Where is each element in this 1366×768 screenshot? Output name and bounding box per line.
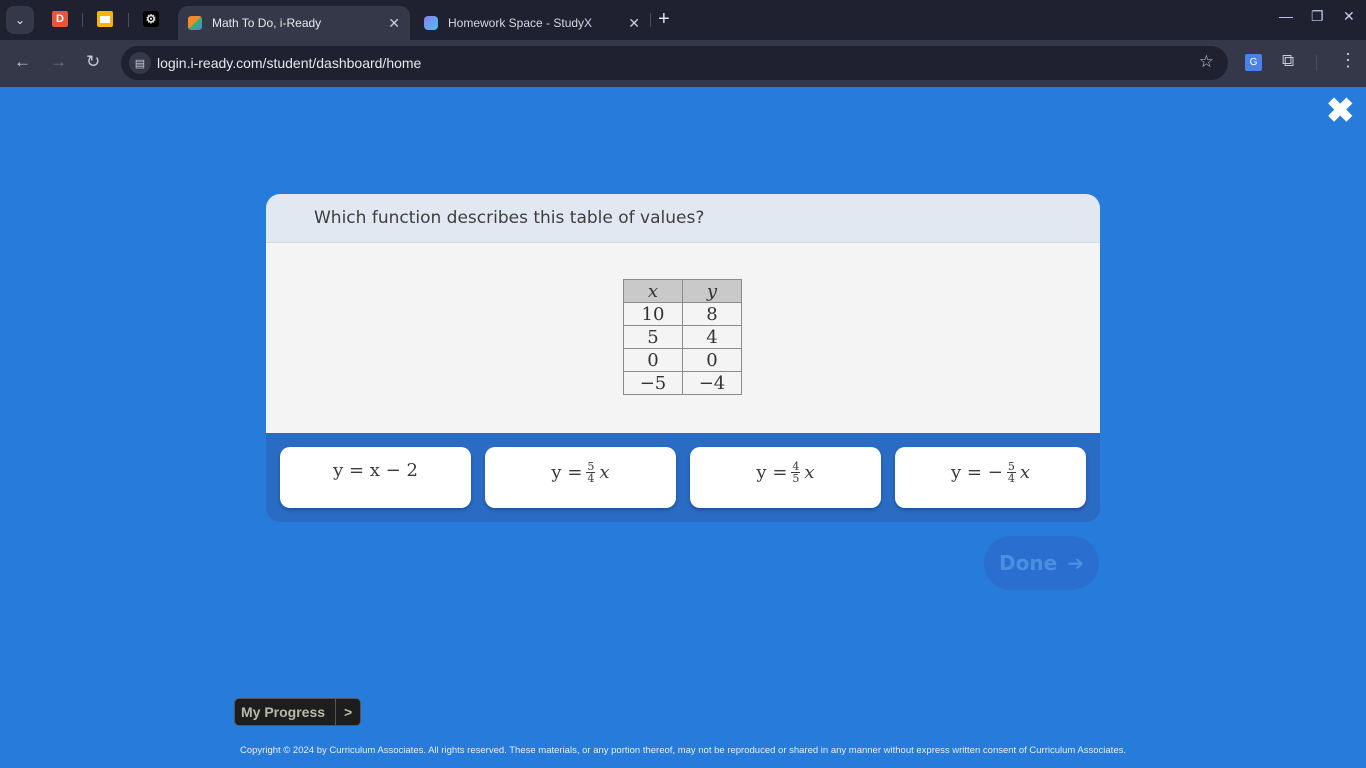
table-cell: 8 — [682, 302, 742, 326]
answer-choice-4[interactable]: y = − 54 x — [895, 447, 1086, 508]
kebab-menu-icon[interactable]: ⋮ — [1339, 50, 1357, 71]
question-card: Which function describes this table of v… — [266, 194, 1100, 522]
answer-choices: y = x − 2 y = 54 x y = 45 x y = − 54 x — [280, 447, 1086, 508]
table-header-row: x y — [623, 279, 742, 303]
answer-math: y = 45 x — [756, 459, 815, 485]
values-table: x y 10 8 54 00 −5 −4 — [623, 279, 742, 395]
variable: x — [804, 461, 815, 483]
browser-toolbar: ← → ↻ ▤ login.i-ready.com/student/dashbo… — [0, 40, 1366, 87]
slides-icon — [100, 15, 110, 23]
my-progress-button[interactable]: My Progress > — [234, 698, 362, 726]
studyx-favicon-icon — [424, 16, 438, 30]
site-info-icon[interactable]: ▤ — [129, 52, 151, 74]
tab-math-to-do[interactable]: Math To Do, i-Ready ✕ — [178, 6, 410, 40]
extensions-puzzle-icon[interactable]: ⧉ — [1282, 51, 1294, 71]
tab-title: Homework Space - StudyX — [448, 16, 593, 30]
question-header: Which function describes this table of v… — [266, 194, 1100, 243]
table-cell: 5 — [623, 325, 683, 349]
table-cell: 4 — [682, 325, 742, 349]
back-button[interactable]: ← — [14, 52, 31, 72]
arrow-right-icon: ➔ — [1067, 551, 1084, 575]
table-row: 54 — [623, 325, 742, 349]
tab-homework-space[interactable]: Homework Space - StudyX ✕ — [414, 6, 650, 40]
table-cell: −5 — [623, 371, 683, 395]
new-tab-button[interactable]: + — [658, 8, 670, 31]
numerator: 5 — [1006, 459, 1016, 473]
variable: x — [1019, 461, 1030, 483]
variable: x — [599, 461, 610, 483]
question-body: x y 10 8 54 00 −5 −4 — [266, 243, 1100, 433]
iready-favicon-icon — [188, 16, 202, 30]
tab-close-icon[interactable]: ✕ — [388, 15, 400, 32]
numerator: 5 — [586, 459, 596, 473]
question-text: Which function describes this table of v… — [314, 208, 705, 228]
my-progress-label: My Progress — [235, 699, 337, 725]
answer-prefix: y = — [756, 461, 788, 483]
chevron-down-icon: ⌄ — [14, 13, 26, 27]
toolbar-separator — [1316, 55, 1317, 71]
address-bar[interactable]: ▤ login.i-ready.com/student/dashboard/ho… — [121, 46, 1228, 80]
done-label: Done — [999, 551, 1058, 575]
table-row: −5 −4 — [623, 371, 742, 395]
fraction: 54 — [586, 459, 596, 485]
numerator: 4 — [791, 459, 801, 473]
forward-button[interactable]: → — [50, 52, 67, 72]
denominator: 5 — [792, 471, 800, 485]
restore-button[interactable]: ❐ — [1311, 8, 1324, 25]
tab-close-icon[interactable]: ✕ — [628, 15, 640, 32]
google-translate-icon[interactable]: G — [1245, 54, 1262, 71]
done-button[interactable]: Done ➔ — [984, 536, 1099, 590]
answer-choice-3[interactable]: y = 45 x — [690, 447, 881, 508]
pinned-tab-slides[interactable] — [97, 11, 113, 27]
tab-title: Math To Do, i-Ready — [212, 16, 322, 30]
answer-choice-2[interactable]: y = 54 x — [485, 447, 676, 508]
table-row: 00 — [623, 348, 742, 372]
fraction: 54 — [1006, 459, 1016, 485]
answer-math: y = − 54 x — [951, 459, 1030, 485]
denominator: 4 — [1007, 471, 1015, 485]
close-lesson-icon[interactable]: ✖ — [1326, 94, 1355, 128]
answer-text: y = x − 2 — [333, 459, 418, 481]
answer-prefix: y = — [551, 461, 583, 483]
answer-choice-1[interactable]: y = x − 2 — [280, 447, 471, 508]
tab-search-button[interactable]: ⌄ — [6, 6, 34, 34]
tab-separator — [82, 13, 83, 27]
denominator: 4 — [587, 471, 595, 485]
bookmark-star-icon[interactable]: ☆ — [1199, 52, 1214, 72]
table-cell: −4 — [682, 371, 742, 395]
url-text[interactable]: login.i-ready.com/student/dashboard/home — [157, 55, 421, 71]
table-cell: 0 — [682, 348, 742, 372]
tab-separator — [650, 13, 651, 27]
table-cell: 10 — [623, 302, 683, 326]
pinned-tab-openai[interactable]: ⚙ — [143, 11, 159, 27]
table-cell: 0 — [623, 348, 683, 372]
browser-tab-bar: ⌄ D ⚙ Math To Do, i-Ready ✕ Homework Spa… — [0, 0, 1366, 40]
window-close-button[interactable]: ✕ — [1343, 8, 1355, 25]
answer-math: y = 54 x — [551, 459, 610, 485]
minimize-button[interactable]: — — [1279, 8, 1293, 24]
copyright-text: Copyright © 2024 by Curriculum Associate… — [240, 745, 1126, 756]
table-row: 10 8 — [623, 302, 742, 326]
pinned-tab-d-app[interactable]: D — [52, 11, 68, 27]
fraction: 45 — [791, 459, 801, 485]
tab-separator — [128, 13, 129, 27]
column-header-x: x — [623, 279, 683, 303]
answer-prefix: y = − — [951, 461, 1003, 483]
openai-icon: ⚙ — [145, 12, 157, 26]
reload-button[interactable]: ↻ — [86, 52, 100, 72]
chevron-right-icon: > — [344, 704, 353, 720]
column-header-y: y — [682, 279, 742, 303]
